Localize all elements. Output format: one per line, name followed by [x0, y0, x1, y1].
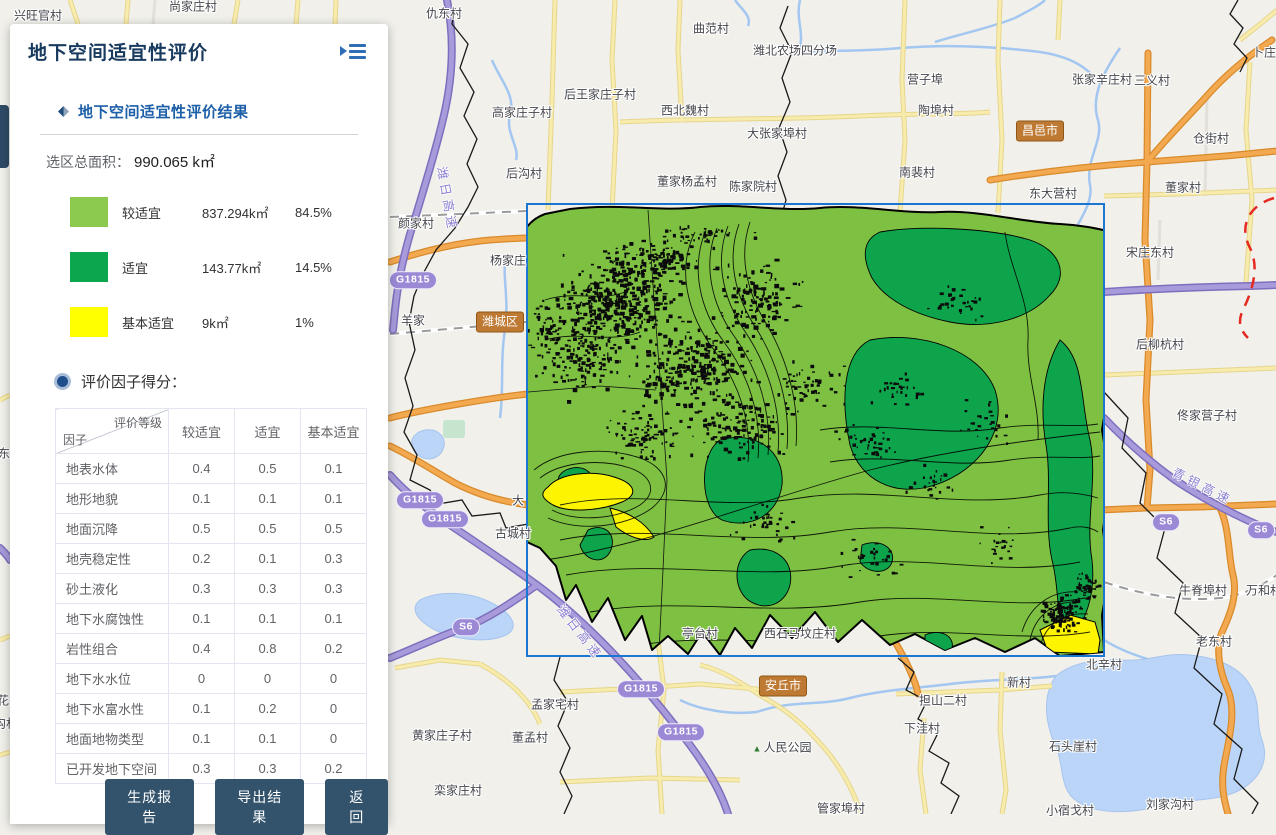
collapsed-side-tab[interactable]: [0, 105, 9, 168]
factor-name: 地表水体: [56, 454, 169, 484]
table-row: 岩性组合0.40.80.2: [56, 634, 367, 664]
corner-label-factor: 因子: [63, 431, 87, 448]
factor-score: 0.4: [169, 454, 235, 484]
factor-score: 0.3: [301, 544, 367, 574]
result-section-title: 地下空间适宜性评价结果: [78, 101, 249, 122]
table-row: 地表水体0.40.50.1: [56, 454, 367, 484]
legend-label: 基本适宜: [122, 313, 202, 332]
legend-percent: 84.5%: [295, 205, 332, 220]
table-row: 地面地物类型0.10.10: [56, 724, 367, 754]
legend-swatch: [70, 307, 108, 337]
factor-score: 0.5: [235, 514, 301, 544]
legend-area: 9k㎡: [202, 313, 295, 332]
factor-score: 0.1: [301, 484, 367, 514]
table-row: 地壳稳定性0.20.10.3: [56, 544, 367, 574]
factor-score: 0: [235, 664, 301, 694]
factor-score: 0.1: [235, 724, 301, 754]
legend-row: 基本适宜 9k㎡ 1%: [28, 307, 370, 337]
suitability-legend: 较适宜 837.294k㎡ 84.5% 适宜 143.77k㎡ 14.5% 基本…: [28, 197, 370, 337]
factor-name: 地下水水位: [56, 664, 169, 694]
factor-score: 0.5: [235, 454, 301, 484]
table-column-header: 基本适宜: [301, 409, 367, 454]
legend-swatch: [70, 252, 108, 282]
factor-score: 0.8: [235, 634, 301, 664]
table-row: 地形地貌0.10.10.1: [56, 484, 367, 514]
factors-title: 评价因子得分：: [81, 371, 186, 392]
factor-score: 0.2: [169, 544, 235, 574]
export-results-button[interactable]: 导出结果: [215, 779, 304, 835]
factor-name: 地面沉降: [56, 514, 169, 544]
legend-label: 适宜: [122, 258, 202, 277]
diamond-icon: [58, 106, 69, 117]
evaluation-panel: 地下空间适宜性评价 地下空间适宜性评价结果 选区总面积：990.065 k㎡ 较…: [10, 24, 388, 824]
back-button[interactable]: 返回: [325, 779, 388, 835]
total-area-label: 选区总面积：: [46, 154, 130, 170]
factor-name: 地形地貌: [56, 484, 169, 514]
hamburger-icon: [349, 41, 366, 62]
table-corner-cell: 评价等级 因子: [56, 409, 169, 454]
factor-score: 0.2: [235, 694, 301, 724]
factor-name: 砂土液化: [56, 574, 169, 604]
factor-score: 0.5: [169, 514, 235, 544]
park-patch: [443, 420, 465, 438]
factor-score: 0.4: [169, 634, 235, 664]
table-column-header: 适宜: [235, 409, 301, 454]
factor-score: 0.1: [169, 694, 235, 724]
legend-row: 适宜 143.77k㎡ 14.5%: [28, 252, 370, 282]
table-row: 地面沉降0.50.50.5: [56, 514, 367, 544]
bullet-circle-icon: [54, 373, 71, 390]
factor-score: 0: [301, 724, 367, 754]
table-row: 砂土液化0.30.30.3: [56, 574, 367, 604]
panel-title: 地下空间适宜性评价: [28, 38, 208, 65]
factor-score: 0.1: [301, 604, 367, 634]
factor-name: 地面地物类型: [56, 724, 169, 754]
total-area-value: 990.065 k㎡: [134, 154, 215, 171]
corner-label-grade: 评价等级: [114, 414, 162, 431]
suitability-overlay: [515, 206, 1112, 656]
factor-score: 0: [301, 694, 367, 724]
table-row: 地下水腐蚀性0.10.10.1: [56, 604, 367, 634]
factor-score: 0: [169, 664, 235, 694]
factor-score: 0.1: [169, 604, 235, 634]
table-column-header: 较适宜: [169, 409, 235, 454]
factor-name: 地下水腐蚀性: [56, 604, 169, 634]
legend-swatch: [70, 197, 108, 227]
generate-report-button[interactable]: 生成报告: [105, 779, 194, 835]
legend-percent: 1%: [295, 315, 314, 330]
factor-score: 0: [301, 664, 367, 694]
table-row: 地下水水位000: [56, 664, 367, 694]
factor-score: 0.1: [235, 544, 301, 574]
table-row: 地下水富水性0.10.20: [56, 694, 367, 724]
factor-score: 0.3: [169, 574, 235, 604]
triangle-icon: [340, 46, 347, 56]
factor-score-table: 评价等级 因子 较适宜适宜基本适宜 地表水体0.40.50.1地形地貌0.10.…: [55, 408, 367, 784]
factor-name: 地下水富水性: [56, 694, 169, 724]
collapse-panel-icon[interactable]: [340, 41, 366, 62]
legend-label: 较适宜: [122, 203, 202, 222]
factor-score: 0.1: [169, 484, 235, 514]
factor-score: 0.1: [235, 484, 301, 514]
factor-name: 岩性组合: [56, 634, 169, 664]
factor-score: 0.2: [301, 634, 367, 664]
legend-percent: 14.5%: [295, 260, 332, 275]
factor-score: 0.1: [169, 724, 235, 754]
factor-name: 地壳稳定性: [56, 544, 169, 574]
factor-score: 0.3: [235, 574, 301, 604]
legend-row: 较适宜 837.294k㎡ 84.5%: [28, 197, 370, 227]
factor-score: 0.3: [301, 574, 367, 604]
legend-area: 143.77k㎡: [202, 258, 295, 277]
factor-score: 0.1: [235, 604, 301, 634]
divider: [40, 134, 358, 135]
legend-area: 837.294k㎡: [202, 203, 295, 222]
panel-buttons: 生成报告导出结果返回: [105, 779, 388, 835]
factor-score: 0.5: [301, 514, 367, 544]
factor-score: 0.1: [301, 454, 367, 484]
